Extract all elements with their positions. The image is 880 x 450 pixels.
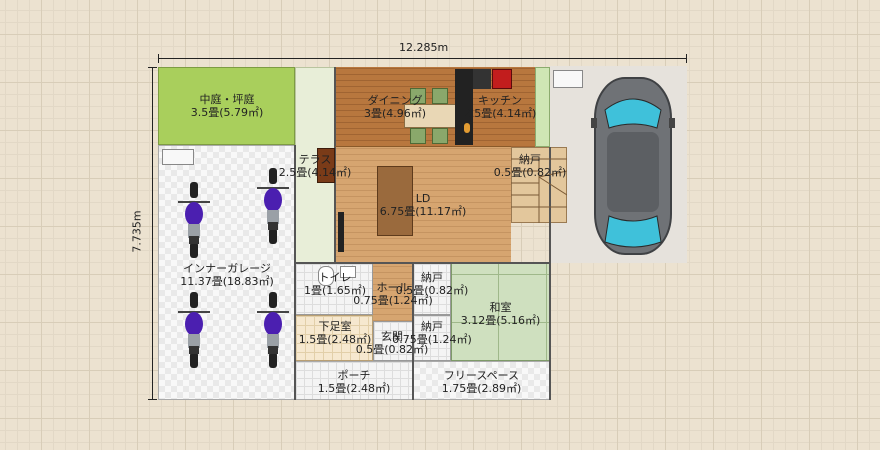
toilet-icon [318, 266, 334, 286]
motorcycle-icon [257, 292, 289, 368]
washitsu-room[interactable] [451, 263, 550, 361]
shoe-room[interactable] [295, 315, 373, 361]
dining-table-icon [404, 104, 456, 128]
dining-chair [410, 88, 426, 104]
motorcycle-icon [178, 182, 210, 258]
toilet-sink-icon [340, 266, 356, 278]
wall-segment [335, 146, 511, 147]
width-label: 12.285m [399, 41, 449, 54]
genkan-room[interactable] [373, 321, 413, 361]
kitchen-counter [473, 69, 491, 89]
wall-segment [295, 262, 551, 264]
motorcycle-icon [257, 168, 289, 244]
storage2-room[interactable] [413, 263, 451, 315]
tv-icon [338, 212, 344, 252]
refrigerator-icon [492, 69, 512, 89]
stairs-icon [511, 158, 567, 223]
sink-icon [553, 70, 583, 88]
height-label: 7.735m [130, 210, 144, 253]
stove-icon [455, 69, 473, 145]
dining-chair [432, 128, 448, 144]
hall-room[interactable] [373, 263, 413, 321]
ld-room[interactable] [335, 147, 511, 263]
wall-segment [412, 263, 414, 400]
terrace-door [317, 148, 335, 183]
car-icon [591, 77, 675, 255]
wall-segment [294, 145, 296, 400]
porch-room[interactable] [295, 361, 413, 400]
sink-icon [162, 149, 194, 165]
toilet-room[interactable] [295, 263, 373, 315]
free-space-room[interactable] [413, 361, 550, 400]
dining-chair [410, 128, 426, 144]
kitchen-lamp [464, 123, 470, 133]
sofa-icon [377, 166, 413, 236]
motorcycle-icon [178, 292, 210, 368]
kitchen-window-strip [535, 67, 550, 147]
courtyard-room[interactable] [158, 67, 295, 145]
dining-chair [432, 88, 448, 104]
storage3-room[interactable] [413, 315, 451, 361]
